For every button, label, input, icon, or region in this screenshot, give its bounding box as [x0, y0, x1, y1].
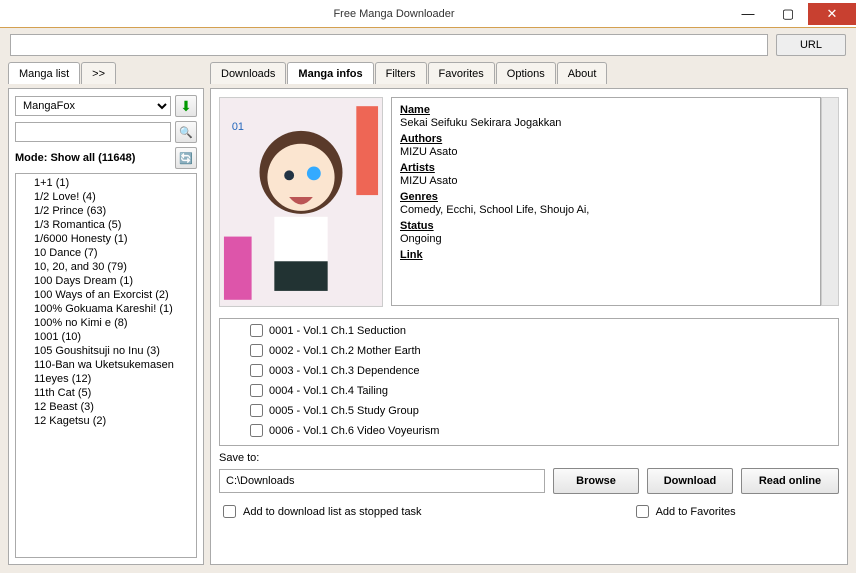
list-item[interactable]: 1/2 Love! (4): [16, 190, 196, 204]
chapter-checkbox[interactable]: [250, 424, 263, 437]
tab-options[interactable]: Options: [496, 62, 556, 84]
status-value: Ongoing: [400, 233, 812, 245]
chapter-checkbox[interactable]: [250, 324, 263, 337]
list-item[interactable]: 11eyes (12): [16, 372, 196, 386]
chapter-checkbox[interactable]: [250, 364, 263, 377]
refresh-icon: 🔄: [179, 152, 193, 165]
download-button[interactable]: Download: [647, 468, 733, 494]
authors-value: MIZU Asato: [400, 146, 812, 158]
list-item[interactable]: 12 Kagetsu (2): [16, 414, 196, 428]
browse-button[interactable]: Browse: [553, 468, 639, 494]
name-header: Name: [400, 104, 812, 116]
tab-downloads[interactable]: Downloads: [210, 62, 286, 84]
svg-text:01: 01: [232, 121, 244, 133]
save-to-label: Save to:: [211, 450, 847, 466]
chapter-checkbox[interactable]: [250, 384, 263, 397]
chapter-item[interactable]: 0006 - Vol.1 Ch.6 Video Voyeurism: [222, 421, 836, 441]
window-title: Free Manga Downloader: [60, 8, 728, 20]
save-path-input[interactable]: [219, 469, 545, 493]
list-item[interactable]: 105 Goushitsuji no Inu (3): [16, 344, 196, 358]
chapter-item[interactable]: 0002 - Vol.1 Ch.2 Mother Earth: [222, 341, 836, 361]
list-item[interactable]: 1+1 (1): [16, 176, 196, 190]
status-header: Status: [400, 220, 812, 232]
mode-label: Mode: Show all (11648): [15, 149, 135, 167]
close-button[interactable]: ✕: [808, 3, 856, 25]
chapter-item[interactable]: 0004 - Vol.1 Ch.4 Tailing: [222, 381, 836, 401]
search-button[interactable]: 🔍: [175, 121, 197, 143]
list-item[interactable]: 110-Ban wa Uketsukemasen: [16, 358, 196, 372]
list-item[interactable]: 10 Dance (7): [16, 246, 196, 260]
add-stopped-checkbox[interactable]: Add to download list as stopped task: [219, 502, 422, 521]
tab-manga-infos[interactable]: Manga infos: [287, 62, 373, 84]
list-item[interactable]: 1/3 Romantica (5): [16, 218, 196, 232]
link-header: Link: [400, 249, 812, 261]
list-item[interactable]: 10, 20, and 30 (79): [16, 260, 196, 274]
search-icon: 🔍: [179, 126, 193, 139]
genres-header: Genres: [400, 191, 812, 203]
list-item[interactable]: 100 Ways of an Exorcist (2): [16, 288, 196, 302]
tab-about[interactable]: About: [557, 62, 608, 84]
artists-value: MIZU Asato: [400, 175, 812, 187]
name-value: Sekai Seifuku Sekirara Jogakkan: [400, 117, 812, 129]
manga-list[interactable]: 1+1 (1) 1/2 Love! (4) 1/2 Prince (63) 1/…: [15, 173, 197, 558]
list-item[interactable]: 100% Gokuama Kareshi! (1): [16, 302, 196, 316]
chapter-list[interactable]: 0001 - Vol.1 Ch.1 Seduction 0002 - Vol.1…: [219, 318, 839, 446]
list-item[interactable]: 100% no Kimi e (8): [16, 316, 196, 330]
source-select[interactable]: MangaFox: [15, 96, 171, 116]
download-source-button[interactable]: ⬇: [175, 95, 197, 117]
list-item[interactable]: 1001 (10): [16, 330, 196, 344]
list-item[interactable]: 11th Cat (5): [16, 386, 196, 400]
list-item[interactable]: 100 Days Dream (1): [16, 274, 196, 288]
info-panel: Name Sekai Seifuku Sekirara Jogakkan Aut…: [391, 97, 821, 306]
left-tabs: Manga list >>: [8, 62, 204, 84]
tab-manga-list[interactable]: Manga list: [8, 62, 80, 84]
refresh-button[interactable]: 🔄: [175, 147, 197, 169]
tab-expand[interactable]: >>: [81, 62, 116, 84]
add-favorites-checkbox[interactable]: Add to Favorites: [632, 502, 736, 521]
url-bar: URL: [0, 28, 856, 62]
read-online-button[interactable]: Read online: [741, 468, 839, 494]
chapter-item[interactable]: 0005 - Vol.1 Ch.5 Study Group: [222, 401, 836, 421]
artists-header: Artists: [400, 162, 812, 174]
tab-filters[interactable]: Filters: [375, 62, 427, 84]
search-input[interactable]: [15, 122, 171, 142]
maximize-button[interactable]: ▢: [768, 3, 808, 25]
chapter-checkbox[interactable]: [250, 344, 263, 357]
chapter-checkbox[interactable]: [250, 404, 263, 417]
genres-value: Comedy, Ecchi, School Life, Shoujo Ai,: [400, 204, 812, 216]
download-icon: ⬇: [180, 98, 192, 115]
authors-header: Authors: [400, 133, 812, 145]
chapter-item[interactable]: 0001 - Vol.1 Ch.1 Seduction: [222, 321, 836, 341]
info-scrollbar[interactable]: [821, 97, 839, 306]
list-item[interactable]: 1/6000 Honesty (1): [16, 232, 196, 246]
minimize-button[interactable]: ―: [728, 3, 768, 25]
titlebar: Free Manga Downloader ― ▢ ✕: [0, 0, 856, 28]
right-tabs: Downloads Manga infos Filters Favorites …: [210, 62, 848, 84]
url-input[interactable]: [10, 34, 768, 56]
list-item[interactable]: 1/2 Prince (63): [16, 204, 196, 218]
url-button[interactable]: URL: [776, 34, 846, 56]
cover-image: 01: [219, 97, 383, 307]
list-item[interactable]: 12 Beast (3): [16, 400, 196, 414]
tab-favorites[interactable]: Favorites: [428, 62, 495, 84]
chapter-item[interactable]: 0003 - Vol.1 Ch.3 Dependence: [222, 361, 836, 381]
